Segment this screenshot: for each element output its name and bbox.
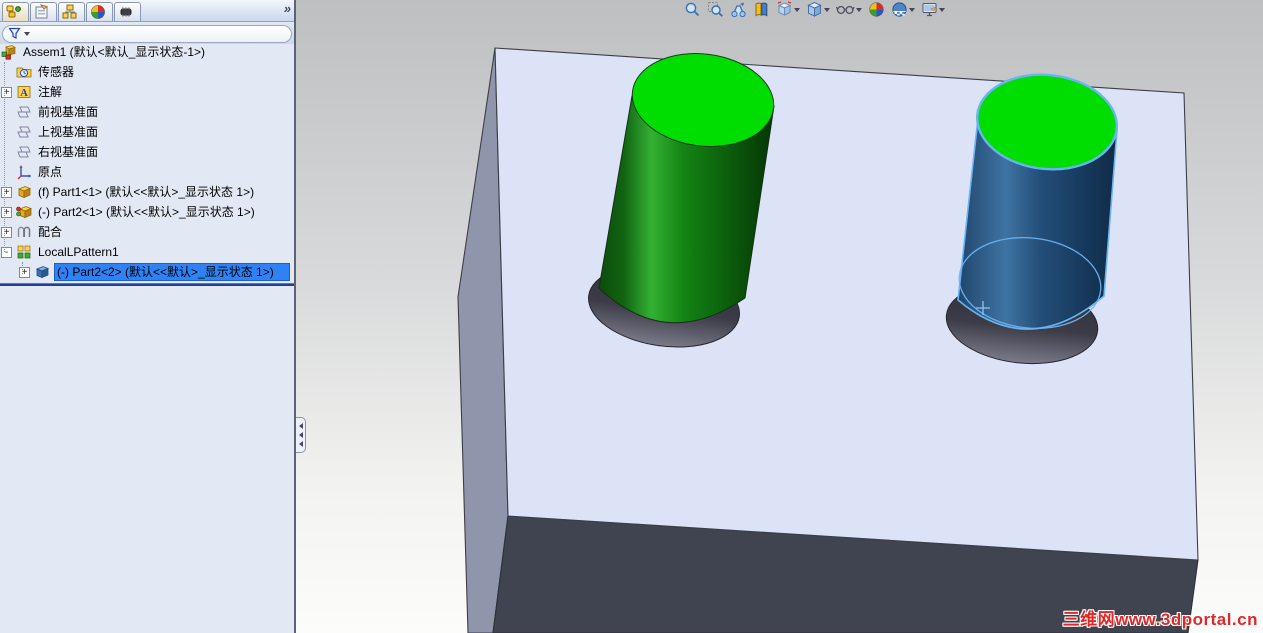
filter-funnel-icon xyxy=(8,27,21,39)
featuremanager-panel: » Assem1 (默认<默认_显示状态-1>) 传感器 + A 注解 前视基准… xyxy=(0,0,294,633)
edit-appearance-button[interactable] xyxy=(868,1,885,18)
assembly-icon xyxy=(1,45,16,60)
hide-show-items-button[interactable] xyxy=(836,1,862,18)
previous-view-button[interactable] xyxy=(730,1,747,18)
scene-3d xyxy=(457,47,1199,633)
apply-scene-caret[interactable] xyxy=(909,7,915,12)
tree-label-selected: (-) Part2<2> (默认<<默认>_显示状态 1>) xyxy=(54,263,290,281)
featuremanager-tab[interactable] xyxy=(2,2,29,21)
zoom-to-fit-icon xyxy=(685,2,700,17)
tree-row-origin[interactable]: 原点 xyxy=(0,162,294,182)
featuremanager-tree-icon xyxy=(6,5,21,18)
zoom-to-fit-button[interactable] xyxy=(684,1,701,18)
apply-scene-sphere-icon xyxy=(892,2,907,17)
displaymanager-tab[interactable] xyxy=(114,2,141,21)
view-settings-caret[interactable] xyxy=(939,7,945,12)
displaymanager-chip-icon xyxy=(120,7,131,17)
part-icon-blue xyxy=(35,266,50,279)
previous-view-icon xyxy=(731,2,746,18)
configurationmanager-tab[interactable] xyxy=(58,2,85,21)
apply-scene-button[interactable] xyxy=(891,1,915,18)
hide-show-glasses-icon xyxy=(836,5,855,15)
tree-label: 原点 xyxy=(38,165,63,179)
panel-collapse-handle[interactable] xyxy=(296,417,306,453)
sensors-icon xyxy=(16,67,32,78)
svg-text:A: A xyxy=(20,88,28,99)
plane-icon xyxy=(17,146,31,158)
tree-label: 配合 xyxy=(38,225,63,239)
tree-row-top-plane[interactable]: 上视基准面 xyxy=(0,122,294,142)
annotations-icon: A xyxy=(17,86,31,99)
tree-label: 上视基准面 xyxy=(38,125,99,139)
display-style-caret[interactable] xyxy=(824,7,830,12)
filter-dropdown-caret[interactable] xyxy=(24,31,30,36)
expander-plus[interactable]: + xyxy=(1,86,12,98)
panel-tab-bar: » xyxy=(0,0,294,22)
tree-label: 传感器 xyxy=(38,65,75,79)
tree-row-local-pattern[interactable]: - LocalLPattern1 xyxy=(0,242,294,262)
expander-plus[interactable]: + xyxy=(1,186,12,198)
propertymanager-icon xyxy=(35,4,48,19)
solidworks-window: » Assem1 (默认<默认_显示状态-1>) 传感器 + A 注解 前视基准… xyxy=(0,0,1263,633)
tree-label: 前视基准面 xyxy=(38,105,99,119)
part-icon-yellow xyxy=(17,186,32,199)
zoom-to-area-icon xyxy=(708,2,723,17)
tree-row-part2-2-selected[interactable]: + (-) Part2<2> (默认<<默认>_显示状态 1>) xyxy=(18,262,294,282)
tab-overflow-chevron[interactable]: » xyxy=(284,1,291,16)
expander-plus[interactable]: + xyxy=(1,226,12,238)
section-view-button[interactable] xyxy=(753,1,770,18)
view-settings-button[interactable] xyxy=(921,1,945,18)
collapse-arrow-icon xyxy=(298,423,303,429)
collapse-arrow-icon xyxy=(298,432,303,438)
feature-tree: Assem1 (默认<默认_显示状态-1>) 传感器 + A 注解 前视基准面 … xyxy=(0,42,294,633)
plane-icon xyxy=(17,106,31,118)
collapse-arrow-icon xyxy=(298,441,303,447)
tree-guide-line xyxy=(22,262,23,274)
mates-icon xyxy=(17,226,31,237)
tree-row-sensors[interactable]: 传感器 xyxy=(0,62,294,82)
view-settings-monitor-icon xyxy=(922,3,937,17)
tree-guide-line xyxy=(4,62,5,252)
tree-label: (f) Part1<1> (默认<<默认>_显示状态 1>) xyxy=(38,185,255,199)
tree-label: Assem1 (默认<默认_显示状态-1>) xyxy=(23,45,206,59)
display-style-button[interactable] xyxy=(806,1,830,18)
expander-minus[interactable]: - xyxy=(1,246,12,258)
tree-row-assembly-root[interactable]: Assem1 (默认<默认_显示状态-1>) xyxy=(0,42,294,62)
configurationmanager-icon xyxy=(62,4,76,19)
view-orientation-button[interactable] xyxy=(776,1,800,18)
origin-icon xyxy=(17,165,32,180)
display-style-cube-icon xyxy=(807,1,822,17)
rollback-bar[interactable] xyxy=(0,283,294,286)
section-view-icon xyxy=(755,2,768,17)
edit-appearance-sphere-icon xyxy=(869,2,884,17)
part-icon-yellow xyxy=(16,206,32,219)
tree-label: LocalLPattern1 xyxy=(38,245,119,259)
tree-row-right-plane[interactable]: 右视基准面 xyxy=(0,142,294,162)
dimxpertmanager-tab[interactable] xyxy=(86,2,113,21)
expander-plus[interactable]: + xyxy=(1,206,12,218)
tree-row-front-plane[interactable]: 前视基准面 xyxy=(0,102,294,122)
expander-plus[interactable]: + xyxy=(19,266,30,278)
tree-row-mates[interactable]: + 配合 xyxy=(0,222,294,242)
tree-label: (-) Part2<1> (默认<<默认>_显示状态 1>) xyxy=(38,205,255,219)
tree-filter-input[interactable] xyxy=(2,24,292,43)
watermark-text: 三维网www.3dportal.cn xyxy=(1062,610,1258,629)
heads-up-view-toolbar xyxy=(684,1,945,18)
zoom-to-area-button[interactable] xyxy=(707,1,724,18)
tree-row-part2-1[interactable]: + (-) Part2<1> (默认<<默认>_显示状态 1>) xyxy=(0,202,294,222)
graphics-viewport[interactable]: 三维网www.3dportal.cn xyxy=(296,0,1263,633)
dimxpert-sphere-icon xyxy=(90,5,105,19)
view-orientation-cube-icon xyxy=(777,1,792,16)
filter-bar xyxy=(0,22,294,44)
tree-label: 右视基准面 xyxy=(38,145,99,159)
pattern-icon xyxy=(17,245,31,259)
plane-icon xyxy=(17,126,31,138)
propertymanager-tab[interactable] xyxy=(30,2,57,21)
view-orientation-caret[interactable] xyxy=(794,7,800,12)
tree-row-part1[interactable]: + (f) Part1<1> (默认<<默认>_显示状态 1>) xyxy=(0,182,294,202)
hide-show-caret[interactable] xyxy=(856,7,862,12)
tree-label: 注解 xyxy=(38,85,63,99)
tree-row-annotations[interactable]: + A 注解 xyxy=(0,82,294,102)
